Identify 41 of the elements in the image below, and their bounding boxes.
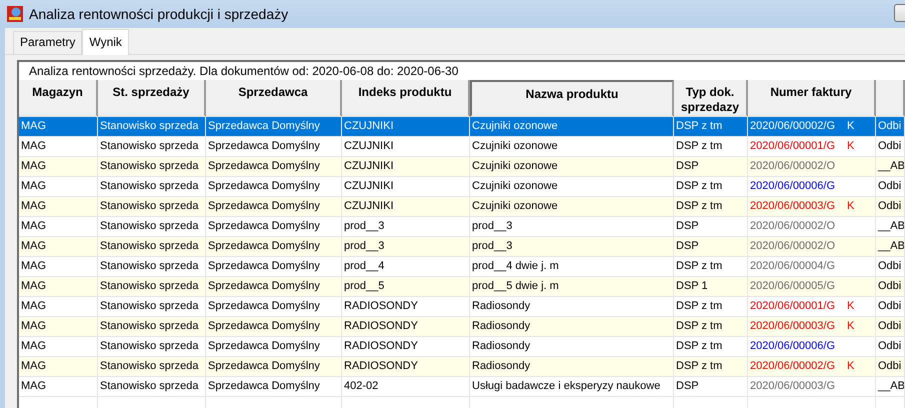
flag-text: K xyxy=(847,359,854,374)
tab[interactable]: Wynik xyxy=(82,29,129,55)
table-row[interactable]: MAG Stanowisko sprzeda Sprzedawca Domyślny prod__3 prod__3 DSP 2020/06/00002/O __AB xyxy=(19,217,905,237)
table-row[interactable]: MAG Stanowisko sprzeda Sprzedawca Domyślny CZUJNIKI Czujniki ozonowe DSP z tm 2020/06/00006/G Odbi xyxy=(19,177,905,197)
flag-text: K xyxy=(847,139,854,154)
flag-text: K xyxy=(847,319,854,334)
table-row[interactable]: MAG Stanowisko sprzeda Sprzedawca Domyślny CZUJNIKI Czujniki ozonowe DSP z tm 2020/06/00003/G K Odbi xyxy=(19,197,905,217)
invoice-number: 2020/06/00002/O xyxy=(750,239,836,254)
flag-text: K xyxy=(847,199,854,214)
table-row[interactable]: MAG Stanowisko sprzeda Sprzedawca Domyślny prod__4 prod__4 dwie j. m DSP z tm 2020/06/00004/G Odbi xyxy=(19,257,905,277)
invoice-number: 2020/06/00005/G xyxy=(750,279,836,294)
table-row[interactable]: MAG Stanowisko sprzeda Sprzedawca Domyślny RADIOSONDY Radiosondy DSP z tm 2020/06/00006/G Odbi xyxy=(19,337,905,357)
invoice-number: 2020/06/00002/G xyxy=(750,359,836,374)
table-row[interactable]: MAG Stanowisko sprzeda Sprzedawca Domyślny prod__5 prod__5 dwie j. m DSP 1 2020/06/00005/G Odbi xyxy=(19,277,905,297)
invoice-number: 2020/06/00003/G xyxy=(750,379,836,394)
report-caption: Analiza rentowności sprzedaży. Dla dokumentów od: 2020-06-08 do: 2020-06-30 xyxy=(28,63,460,80)
table-row[interactable]: MAG Stanowisko sprzeda Sprzedawca Domyślny CZUJNIKI Czujniki ozonowe DSP z tm 2020/06/00001/G K Odbi xyxy=(19,137,905,157)
table-row[interactable]: MAG Stanowisko sprzeda Sprzedawca Domyślny prod__3 prod__3 DSP 2020/06/00002/O __AB xyxy=(19,237,905,257)
invoice-number: 2020/06/00001/G xyxy=(750,299,836,314)
tab[interactable]: Parametry xyxy=(13,31,82,54)
invoice-number: 2020/06/00003/G xyxy=(750,199,836,214)
table-row[interactable]: MAG Stanowisko sprzeda Sprzedawca Domyślny RADIOSONDY Radiosondy DSP z tm 2020/06/00002/G K Odbi xyxy=(19,357,905,377)
invoice-number: 2020/06/00004/G xyxy=(750,259,836,274)
invoice-number: 2020/06/00002/O xyxy=(750,219,836,234)
invoice-number: 2020/06/00002/G xyxy=(750,119,836,134)
flag-text: K xyxy=(847,119,854,134)
window-button[interactable] xyxy=(894,4,905,22)
invoice-number: 2020/06/00003/G xyxy=(750,319,836,334)
app-icon xyxy=(7,6,23,22)
table-row[interactable]: MAG Stanowisko sprzeda Sprzedawca Domyślny RADIOSONDY Radiosondy DSP z tm 2020/06/00003/G K Odbi xyxy=(19,317,905,337)
window-title: Analiza rentowności produkcji i sprzedaży xyxy=(29,6,290,22)
flag-text: K xyxy=(847,299,854,314)
table-row[interactable]: MAG Stanowisko sprzeda Sprzedawca Domyślny RADIOSONDY Radiosondy DSP z tm 2020/06/00001/G K Odbi xyxy=(19,297,905,317)
invoice-number: 2020/06/00002/O xyxy=(750,159,836,174)
table-row[interactable]: MAG Stanowisko sprzeda Sprzedawca Domyślny CZUJNIKI Czujniki ozonowe DSP 2020/06/00002/O __AB xyxy=(19,157,905,177)
invoice-number: 2020/06/00001/G xyxy=(750,139,836,154)
table-row[interactable]: MAG Stanowisko sprzeda Sprzedawca Domyślny 402-02 Usługi badawcze i eksperyzy naukowe DSP 2020/06/00003/G __AB xyxy=(19,377,905,397)
invoice-number: 2020/06/00006/G xyxy=(750,179,836,194)
invoice-number: 2020/06/00006/G xyxy=(750,339,836,354)
column-header[interactable]: Nazwa produktu xyxy=(470,80,674,117)
table-row[interactable]: MAG Stanowisko sprzeda Sprzedawca Domyślny CZUJNIKI Czujniki ozonowe DSP z tm 2020/06/00002/G K Odbi xyxy=(19,117,905,137)
